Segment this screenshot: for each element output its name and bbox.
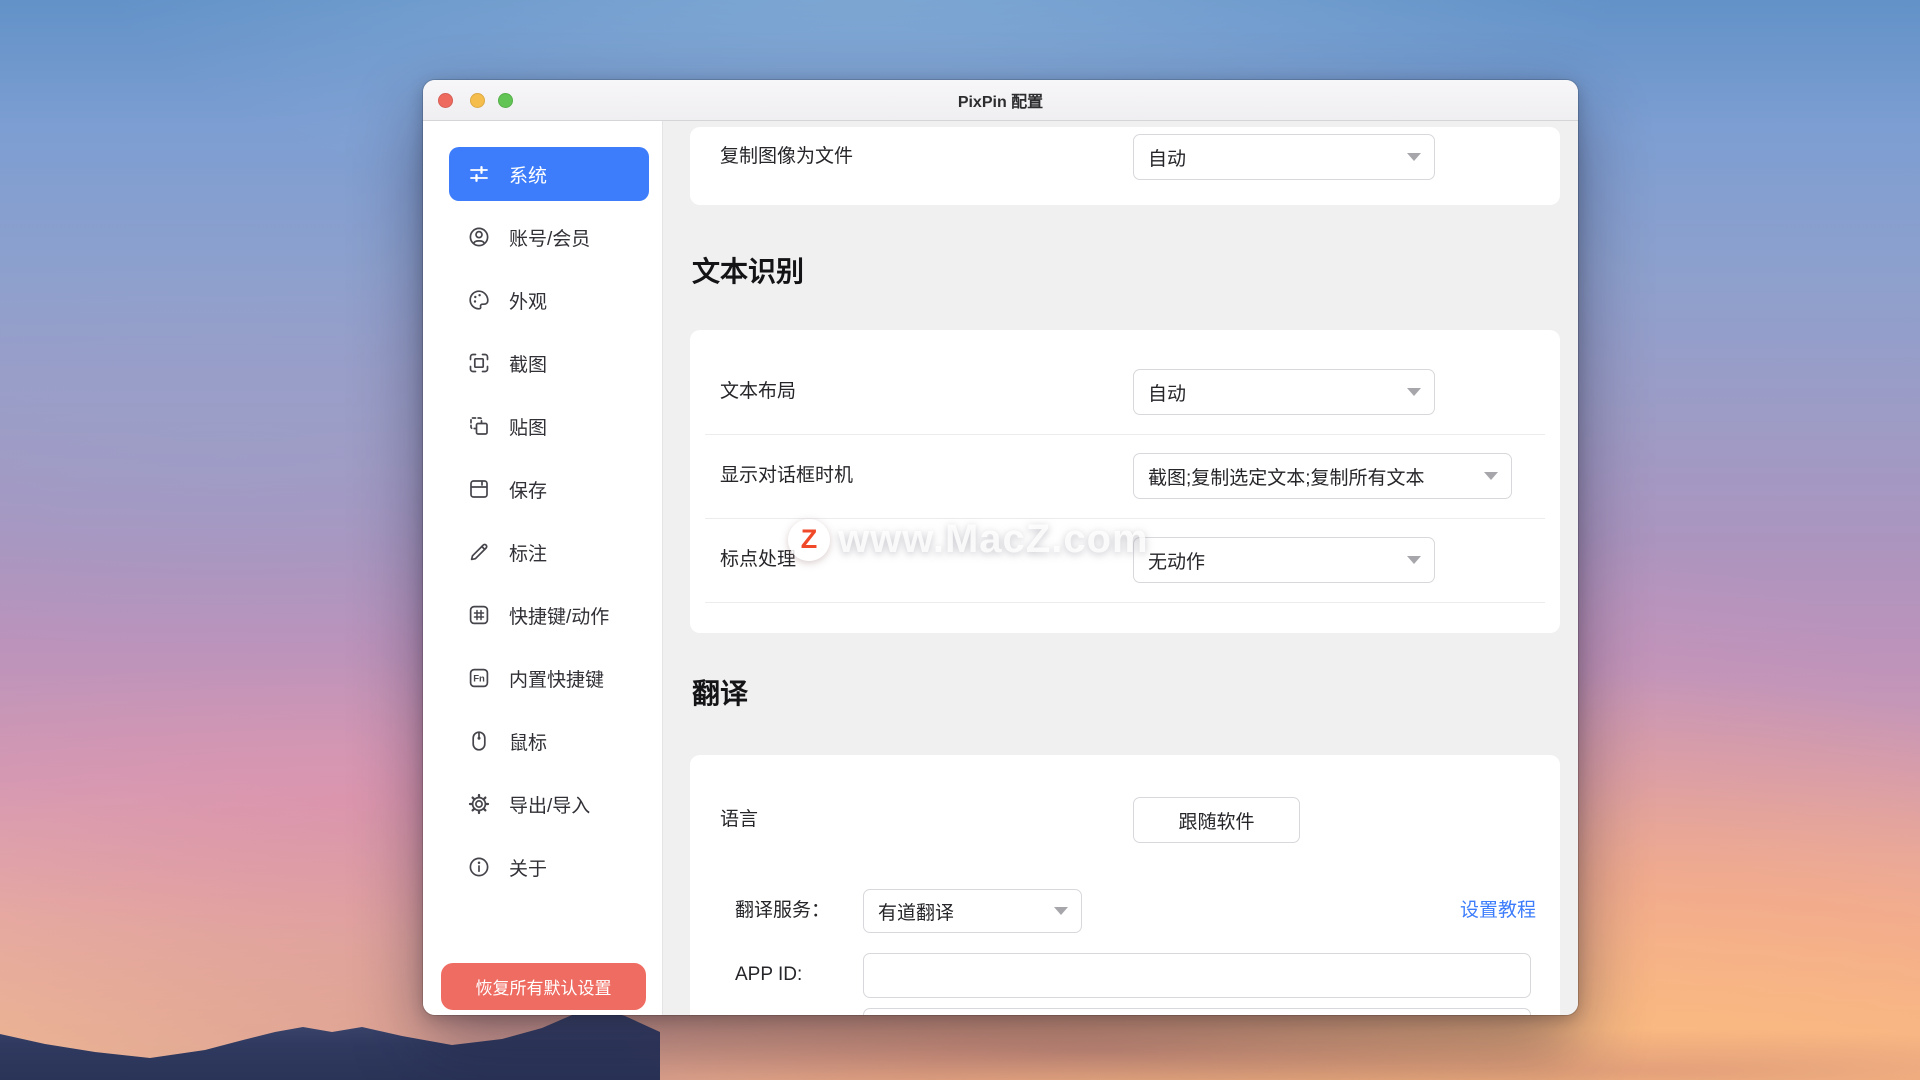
ocr-card: 文本布局 自动 显示对话框时机 截图;复制选定文本;复制所有文本 标点处理 无动… <box>690 330 1560 633</box>
sliders-icon <box>467 162 491 186</box>
translate-card: 语言 跟随软件 翻译服务： 有道翻译 设置教程 APP ID: <box>690 755 1560 1015</box>
reset-all-defaults-button[interactable]: 恢复所有默认设置 <box>441 963 646 1010</box>
close-button[interactable] <box>438 93 453 108</box>
sidebar-item-label: 保存 <box>509 476 547 503</box>
info-icon <box>467 855 491 879</box>
desktop-wallpaper: PixPin 配置 系统 账号/会员 外观 截图 贴图 <box>0 0 1920 1080</box>
sidebar-item-export-import[interactable]: 导出/导入 <box>449 777 649 831</box>
fn-key-icon: Fn <box>467 666 491 690</box>
screenshot-icon <box>467 351 491 375</box>
sidebar-item-mouse[interactable]: 鼠标 <box>449 714 649 768</box>
sidebar: 系统 账号/会员 外观 截图 贴图 保存 <box>423 121 663 1015</box>
copy-image-as-file-label: 复制图像为文件 <box>720 144 853 170</box>
copy-image-as-file-dropdown[interactable]: 自动 <box>1133 134 1435 180</box>
sidebar-item-label: 快捷键/动作 <box>509 602 609 629</box>
app-id-input[interactable] <box>863 953 1531 998</box>
dialog-timing-label: 显示对话框时机 <box>720 463 853 489</box>
dropdown-value: 截图;复制选定文本;复制所有文本 <box>1148 463 1425 490</box>
sidebar-item-label: 贴图 <box>509 413 547 440</box>
sidebar-item-label: 外观 <box>509 287 547 314</box>
row-divider <box>705 434 1545 435</box>
sidebar-item-annotate[interactable]: 标注 <box>449 525 649 579</box>
zoom-button[interactable] <box>498 93 513 108</box>
pin-image-icon <box>467 414 491 438</box>
gear-icon <box>467 792 491 816</box>
dropdown-value: 自动 <box>1148 144 1186 171</box>
dialog-timing-dropdown[interactable]: 截图;复制选定文本;复制所有文本 <box>1133 453 1512 499</box>
translate-service-label: 翻译服务： <box>735 898 830 924</box>
window-title: PixPin 配置 <box>958 88 1043 112</box>
mouse-icon <box>467 729 491 753</box>
translate-section-title: 翻译 <box>692 672 748 712</box>
sidebar-item-label: 鼠标 <box>509 728 547 755</box>
sidebar-item-builtin-hotkeys[interactable]: Fn 内置快捷键 <box>449 651 649 705</box>
button-label: 跟随软件 <box>1178 807 1254 834</box>
sidebar-item-appearance[interactable]: 外观 <box>449 273 649 327</box>
sidebar-item-label: 导出/导入 <box>509 791 590 818</box>
row-divider <box>705 518 1545 519</box>
sidebar-item-label: 标注 <box>509 539 547 566</box>
pencil-icon <box>467 540 491 564</box>
dropdown-value: 有道翻译 <box>878 898 954 925</box>
dropdown-value: 自动 <box>1148 379 1186 406</box>
sidebar-item-about[interactable]: 关于 <box>449 840 649 894</box>
language-follow-app-button[interactable]: 跟随软件 <box>1133 797 1300 843</box>
translate-service-dropdown[interactable]: 有道翻译 <box>863 889 1082 933</box>
setup-tutorial-link[interactable]: 设置教程 <box>1460 898 1536 924</box>
user-icon <box>467 225 491 249</box>
sidebar-item-label: 系统 <box>509 161 547 188</box>
hash-key-icon <box>467 603 491 627</box>
sidebar-item-hotkeys[interactable]: 快捷键/动作 <box>449 588 649 642</box>
text-layout-label: 文本布局 <box>720 379 796 405</box>
save-icon <box>467 477 491 501</box>
punctuation-dropdown[interactable]: 无动作 <box>1133 537 1435 583</box>
sidebar-item-label: 内置快捷键 <box>509 665 604 692</box>
sidebar-item-save[interactable]: 保存 <box>449 462 649 516</box>
svg-text:Fn: Fn <box>473 674 485 685</box>
row-divider <box>705 602 1545 603</box>
sidebar-item-account[interactable]: 账号/会员 <box>449 210 649 264</box>
minimize-button[interactable] <box>470 93 485 108</box>
sidebar-item-label: 账号/会员 <box>509 224 590 251</box>
sidebar-item-system[interactable]: 系统 <box>449 147 649 201</box>
titlebar: PixPin 配置 <box>423 80 1578 121</box>
settings-content: 复制图像为文件 自动 文本识别 文本布局 自动 显示对话框时机 截图;复制选定文… <box>664 121 1578 1015</box>
dropdown-value: 无动作 <box>1148 547 1205 574</box>
next-input-partial[interactable] <box>863 1008 1531 1015</box>
general-card: 复制图像为文件 自动 <box>690 127 1560 205</box>
palette-icon <box>467 288 491 312</box>
ocr-section-title: 文本识别 <box>692 250 804 290</box>
app-id-label: APP ID: <box>735 962 802 988</box>
sidebar-item-label: 关于 <box>509 854 547 881</box>
language-label: 语言 <box>720 807 758 833</box>
text-layout-dropdown[interactable]: 自动 <box>1133 369 1435 415</box>
pixpin-settings-window: PixPin 配置 系统 账号/会员 外观 截图 贴图 <box>423 80 1578 1015</box>
punctuation-label: 标点处理 <box>720 547 796 573</box>
sidebar-item-label: 截图 <box>509 350 547 377</box>
sidebar-item-pin-image[interactable]: 贴图 <box>449 399 649 453</box>
sidebar-item-screenshot[interactable]: 截图 <box>449 336 649 390</box>
